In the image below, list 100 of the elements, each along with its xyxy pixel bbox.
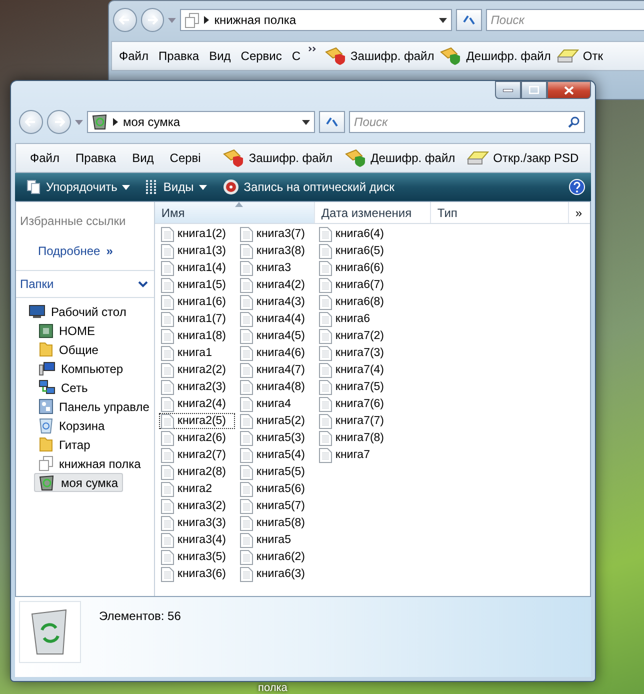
menu-item[interactable]: Файл <box>22 148 68 168</box>
folder-tree-item[interactable]: Сеть <box>34 378 93 397</box>
file-item[interactable]: книга3(2) <box>159 498 236 514</box>
file-item[interactable]: книга2(4) <box>159 396 236 412</box>
file-item[interactable]: книга4 <box>238 396 314 412</box>
file-item[interactable]: книга6(3) <box>238 566 314 582</box>
file-item[interactable]: книга6(5) <box>317 243 394 259</box>
menu-item[interactable]: Серві <box>162 148 209 168</box>
file-item[interactable]: книга3(4) <box>159 532 236 548</box>
file-item[interactable]: книга4(3) <box>238 294 314 310</box>
more-link[interactable]: Подробнее » <box>16 228 154 270</box>
folder-tree-item[interactable]: HOME <box>34 321 100 340</box>
file-item[interactable]: книга4(7) <box>238 362 314 378</box>
folder-tree-item[interactable]: Гитар <box>34 435 96 454</box>
folder-tree-item[interactable]: Рабочий стол <box>24 302 132 321</box>
folders-header[interactable]: Папки <box>16 270 154 298</box>
file-item[interactable]: книга4(8) <box>238 379 314 395</box>
address-bar[interactable]: моя сумка <box>87 111 315 133</box>
file-item[interactable]: книга7(5) <box>317 379 394 395</box>
file-item[interactable]: книга1(2) <box>159 226 236 242</box>
file-item[interactable]: книга5(2) <box>238 413 314 429</box>
file-item[interactable]: книга2(5) <box>159 413 236 429</box>
file-item[interactable]: книга1(8) <box>159 328 236 344</box>
file-item[interactable]: книга1 <box>159 345 236 361</box>
file-item[interactable]: книга6(8) <box>317 294 394 310</box>
file-item[interactable]: книга6 <box>317 311 394 327</box>
menu-item[interactable]: Вид <box>124 148 162 168</box>
menu-item[interactable]: Правка <box>154 46 204 66</box>
file-item[interactable]: книга4(4) <box>238 311 314 327</box>
file-item[interactable]: книга5(7) <box>238 498 314 514</box>
file-item[interactable]: книга7(7) <box>317 413 394 429</box>
file-item[interactable]: книга3(6) <box>159 566 236 582</box>
file-item[interactable]: книга7(3) <box>317 345 394 361</box>
file-item[interactable]: книга2(8) <box>159 464 236 480</box>
file-item[interactable]: книга7(6) <box>317 396 394 412</box>
file-item[interactable]: книга5 <box>238 532 314 548</box>
menu-item[interactable]: Сервис <box>236 46 287 66</box>
file-item[interactable]: книга3(8) <box>238 243 314 259</box>
file-item[interactable]: книга3(3) <box>159 515 236 531</box>
search-field[interactable]: Поиск <box>349 111 585 133</box>
toolbar-button[interactable]: Дешифр. файл <box>338 147 462 169</box>
command-button[interactable]: Виды <box>140 178 213 196</box>
folder-tree-item[interactable]: моя сумка <box>34 473 124 492</box>
menu-item[interactable]: Файл <box>114 46 154 66</box>
file-item[interactable]: книга1(5) <box>159 277 236 293</box>
folder-tree-item[interactable]: Панель управле <box>34 397 154 416</box>
menu-item[interactable]: Правка <box>68 148 124 168</box>
toolbar-button[interactable]: Зашифр. файл <box>322 45 438 67</box>
file-item[interactable]: книга5(6) <box>238 481 314 497</box>
column-header[interactable]: Имя <box>155 202 316 223</box>
forward-button[interactable] <box>47 110 71 134</box>
file-item[interactable]: книга1(4) <box>159 260 236 276</box>
menu-item[interactable]: Вид <box>204 46 236 66</box>
minimize-button[interactable] <box>495 81 521 99</box>
folder-tree-item[interactable]: Корзина <box>34 416 110 435</box>
file-item[interactable]: книга2(7) <box>159 447 236 463</box>
file-item[interactable]: книга7(2) <box>317 328 394 344</box>
file-item[interactable]: книга5(5) <box>238 464 314 480</box>
file-item[interactable]: книга2(6) <box>159 430 236 446</box>
file-item[interactable]: книга1(6) <box>159 294 236 310</box>
file-item[interactable]: книга1(7) <box>159 311 236 327</box>
file-item[interactable]: книга4(2) <box>238 277 314 293</box>
back-button[interactable] <box>19 110 43 134</box>
file-item[interactable]: книга2(2) <box>159 362 236 378</box>
refresh-button[interactable] <box>319 111 345 133</box>
file-item[interactable]: книга3(7) <box>238 226 314 242</box>
file-item[interactable]: книга5(4) <box>238 447 314 463</box>
file-item[interactable]: книга6(4) <box>317 226 394 242</box>
address-bar[interactable]: книжная полка <box>180 9 452 31</box>
file-item[interactable]: книга4(5) <box>238 328 314 344</box>
file-item[interactable]: книга7(4) <box>317 362 394 378</box>
command-button[interactable]: Упорядочить <box>21 178 136 196</box>
folder-tree-item[interactable]: книжная полка <box>34 454 146 473</box>
file-item[interactable]: книга3 <box>238 260 314 276</box>
back-button[interactable] <box>113 8 137 32</box>
file-item[interactable]: книга5(3) <box>238 430 314 446</box>
toolbar-button[interactable]: Зашифр. файл <box>216 147 339 169</box>
file-item[interactable]: книга6(6) <box>317 260 394 276</box>
help-icon[interactable] <box>569 179 585 195</box>
file-item[interactable]: книга3(5) <box>159 549 236 565</box>
file-item[interactable]: книга6(7) <box>317 277 394 293</box>
file-item[interactable]: книга6(2) <box>238 549 314 565</box>
file-item[interactable]: книга1(3) <box>159 243 236 259</box>
toolbar-button[interactable]: Отк <box>554 47 606 65</box>
file-item[interactable]: книга4(6) <box>238 345 314 361</box>
toolbar-button[interactable]: Дешифр. файл <box>437 45 554 67</box>
menu-item[interactable]: С <box>286 46 306 66</box>
forward-button[interactable] <box>140 8 164 32</box>
folder-tree-item[interactable]: Компьютер <box>34 359 128 378</box>
file-item[interactable]: книга5(8) <box>238 515 314 531</box>
command-button[interactable]: Запись на оптический диск <box>216 177 400 197</box>
refresh-button[interactable] <box>456 9 482 31</box>
toolbar-button[interactable]: Откр./закр PSD <box>461 149 585 167</box>
folder-tree-item[interactable]: Общие <box>34 340 104 359</box>
file-item[interactable]: книга2 <box>159 481 236 497</box>
close-button[interactable] <box>547 81 591 99</box>
file-item[interactable]: книга7(8) <box>317 430 394 446</box>
file-item[interactable]: книга7 <box>317 447 394 463</box>
maximize-button[interactable] <box>521 81 547 99</box>
file-item[interactable]: книга2(3) <box>159 379 236 395</box>
